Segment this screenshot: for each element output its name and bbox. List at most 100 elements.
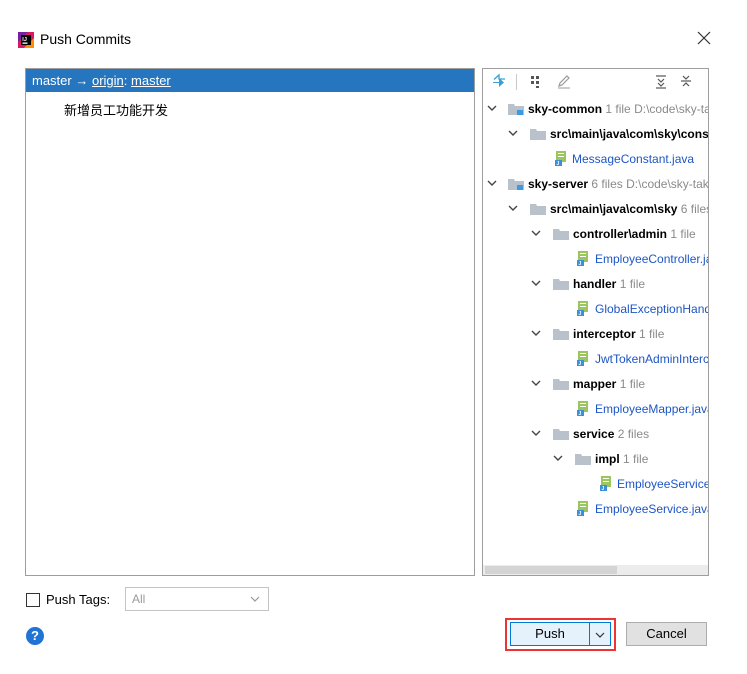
tree-count: 6 files [591,177,623,191]
tree-node-dir[interactable]: handler 1 file [483,272,708,296]
tree-count: 1 file [639,327,665,341]
svg-text:J: J [579,511,582,516]
chevron-down-icon[interactable] [531,230,541,238]
push-tags-select[interactable]: All [125,587,269,611]
chevron-down-icon[interactable] [531,330,541,338]
chevron-down-icon [595,632,605,638]
tree-count: 1 file [619,377,646,391]
tree-node-dir[interactable]: interceptor 1 file [483,322,708,346]
push-tags-label: Push Tags: [46,592,111,607]
tree-count: 1 file [670,227,696,241]
java-file-icon: J [577,251,588,266]
chevron-down-icon[interactable] [531,380,541,388]
tree-label: interceptor [573,327,636,341]
tree-node-file[interactable]: J EmployeeMapper.java [483,397,708,421]
chevron-down-icon[interactable] [508,130,518,138]
remote-link[interactable]: origin [92,73,124,88]
tree-label: sky-server [528,177,589,191]
svg-text:J: J [579,411,582,416]
tree-label: handler [573,277,617,291]
branch-arrow: → [75,73,89,88]
intellij-app-icon: IJ [18,32,34,48]
edit-source-icon[interactable] [556,73,572,89]
tree-node-dir[interactable]: src\main\java\com\sky\constant [483,122,709,146]
tree-label: MessageConstant.java [572,152,695,166]
folder-icon [575,454,591,465]
tree-label: src\main\java\com\sky\constant [550,127,709,141]
tree-node-file[interactable]: J EmployeeServiceImpl.java [483,472,709,496]
chevron-down-icon[interactable] [553,455,563,463]
push-tags-value: All [132,592,146,606]
push-tags-checkbox[interactable] [26,593,40,607]
tree-node-file[interactable]: J EmployeeController.java [483,247,708,271]
tree-label: mapper [573,377,617,391]
help-icon[interactable]: ? [26,627,44,645]
tree-label: GlobalExceptionHandler.java [595,302,708,316]
local-branch: master [32,73,72,88]
scrollbar-thumb[interactable] [485,566,617,574]
close-icon[interactable] [694,28,714,48]
chevron-down-icon [250,596,260,602]
branch-row[interactable]: master → origin: master [26,69,474,92]
svg-text:J: J [579,311,582,316]
tree-node-sky-common[interactable]: sky-common 1 file D:\code\sky-take-out\s… [483,97,709,121]
push-dropdown-button[interactable] [589,622,611,646]
folder-icon [553,379,569,390]
tree-toolbar [483,69,708,95]
tree-label: EmployeeController.java [595,252,708,266]
folder-icon [530,129,546,140]
changes-panel: sky-common 1 file D:\code\sky-take-out\s… [482,68,709,576]
svg-text:J: J [602,486,605,491]
chevron-down-icon[interactable] [531,430,541,438]
expand-all-icon[interactable] [653,73,669,89]
java-file-icon: J [600,476,611,491]
title-bar: IJ Push Commits [0,0,747,68]
tree-label: controller\admin [573,227,668,241]
tree-label: EmployeeService.java [595,502,709,516]
tree-count: 2 files [617,427,650,441]
chevron-down-icon[interactable] [531,280,541,288]
svg-text:IJ: IJ [22,37,27,43]
tree-node-file[interactable]: J EmployeeService.java [483,497,709,521]
commit-item[interactable]: 新增员工功能开发 [64,100,168,119]
folder-icon [553,279,569,290]
remote-separator: : [123,73,128,88]
svg-text:J: J [579,361,582,366]
horizontal-scrollbar[interactable] [483,565,708,575]
tree-label: JwtTokenAdminInterceptor.java [595,352,709,366]
tree-node-file[interactable]: J JwtTokenAdminInterceptor.java [483,347,709,371]
toolbar-separator [516,74,517,90]
chevron-down-icon[interactable] [508,205,518,213]
collapse-all-icon[interactable] [678,73,694,89]
module-folder-icon [508,179,524,190]
show-diff-icon[interactable] [491,73,507,89]
tree-count: 6 files [680,202,709,216]
tree-label: impl [595,452,620,466]
cancel-button[interactable]: Cancel [626,622,707,646]
svg-text:J: J [557,161,560,166]
tree-node-file[interactable]: J MessageConstant.java [483,147,708,171]
tree-node-dir[interactable]: controller\admin 1 file [483,222,708,246]
java-file-icon: J [555,151,566,166]
tree-node-dir[interactable]: service 2 files [483,422,708,446]
remote-branch-link[interactable]: master [131,73,171,88]
tree-count: 1 file [619,277,646,291]
java-file-icon: J [577,501,588,516]
java-file-icon: J [577,351,588,366]
folder-icon [553,429,569,440]
tree-node-dir[interactable]: src\main\java\com\sky 6 files [483,197,709,221]
chevron-down-icon[interactable] [487,180,497,188]
tree-node-dir[interactable]: impl 1 file [483,447,708,471]
tree-path: D:\code\sky-take-out\sky-common [634,102,709,116]
push-button[interactable]: Push [510,622,590,646]
chevron-down-icon[interactable] [487,105,497,113]
tree-count: 1 file [605,102,631,116]
group-by-icon[interactable] [529,73,545,89]
java-file-icon: J [577,401,588,416]
tree-node-sky-server[interactable]: sky-server 6 files D:\code\sky-take-out\… [483,172,709,196]
folder-icon [530,204,546,215]
tree-label: EmployeeServiceImpl.java [617,477,709,491]
tree-node-dir[interactable]: mapper 1 file [483,372,708,396]
tree-node-file[interactable]: J GlobalExceptionHandler.java [483,297,708,321]
tree-path: D:\code\sky-take-out\sky-server [626,177,709,191]
